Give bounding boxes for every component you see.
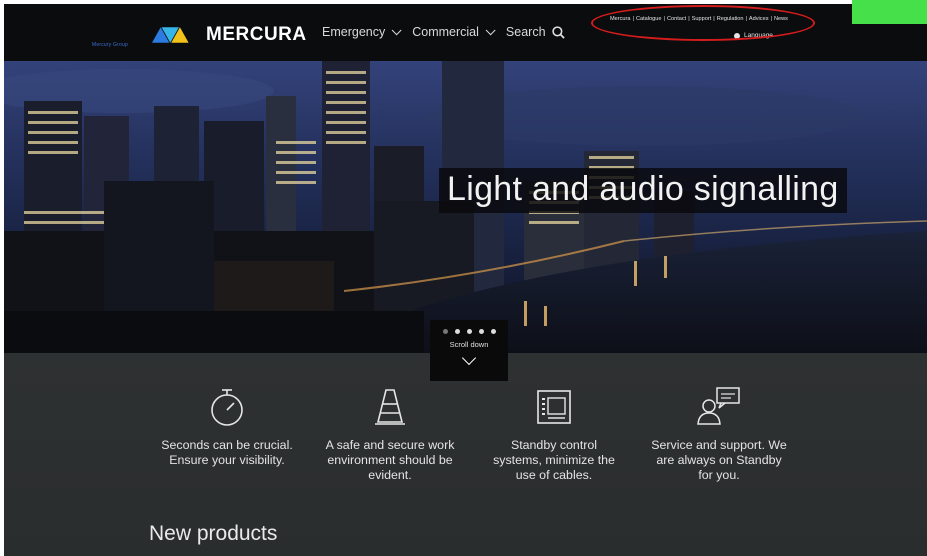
carousel-dot[interactable] (478, 329, 484, 334)
feature-text-line: Seconds can be crucial. (161, 438, 293, 452)
feature-safety[interactable]: A safe and secure work environment shoul… (306, 386, 474, 483)
feature-service-support[interactable]: Service and support. We are always on St… (635, 386, 803, 483)
feature-text-line: are always on Standby (656, 453, 782, 467)
new-products-heading: New products (149, 522, 278, 545)
chevron-down-icon (485, 24, 496, 35)
feature-text-line: Service and support. We (651, 438, 787, 452)
nav-item-search[interactable]: Search (506, 25, 565, 39)
feature-visibility[interactable]: Seconds can be crucial. Ensure your visi… (143, 386, 311, 468)
carousel-dot[interactable] (466, 329, 472, 334)
green-corner-tab (852, 0, 927, 24)
control-panel-icon (537, 390, 571, 424)
carousel-dot[interactable] (442, 329, 448, 334)
stopwatch-icon (211, 389, 243, 426)
hero-title: Light and audio signalling (439, 168, 847, 213)
scroll-down-button[interactable]: Scroll down (430, 320, 508, 381)
brand-name: MERCURA (206, 24, 307, 45)
hero-banner: Light and audio signalling (4, 61, 927, 353)
chevron-down-icon (391, 24, 402, 35)
nav-item-emergency[interactable]: Emergency (322, 24, 402, 39)
nav-label: Commercial (412, 25, 479, 39)
feature-text-line: Standby control (510, 438, 598, 452)
feature-text-line: A safe and secure work (325, 438, 455, 452)
support-chat-icon (697, 387, 740, 425)
traffic-cone-icon (375, 389, 405, 425)
feature-text-line: use of cables. (515, 468, 593, 482)
features-section: Seconds can be crucial. Ensure your visi… (4, 353, 927, 556)
brand-logo[interactable]: MERCURA (152, 24, 307, 45)
main-nav: Emergency Commercial Search (322, 24, 579, 39)
feature-text-line: systems, minimize the (493, 453, 615, 467)
feature-text-line: Ensure your visibility. (169, 453, 285, 467)
nav-item-commercial[interactable]: Commercial (412, 24, 496, 39)
chevron-down-icon (461, 350, 477, 366)
carousel-dot[interactable] (454, 329, 460, 334)
page: MERCURA Mercury Group Emergency Commerci… (0, 0, 927, 556)
feature-text-line: evident. (368, 468, 412, 482)
feature-text-line: for you. (698, 468, 740, 482)
nav-label: Search (505, 25, 546, 39)
annotation-ellipse (591, 5, 815, 41)
nav-label: Emergency (322, 25, 386, 39)
logo-mark-icon (152, 27, 189, 43)
search-icon (551, 25, 565, 39)
brand-tagline: Mercury Group (92, 42, 128, 48)
scroll-down-label: Scroll down (449, 340, 489, 349)
carousel-dot[interactable] (490, 329, 496, 334)
feature-text-line: environment should be (327, 453, 453, 467)
feature-standby-control[interactable]: Standby control systems, minimize the us… (470, 386, 638, 483)
carousel-dots (430, 329, 508, 334)
